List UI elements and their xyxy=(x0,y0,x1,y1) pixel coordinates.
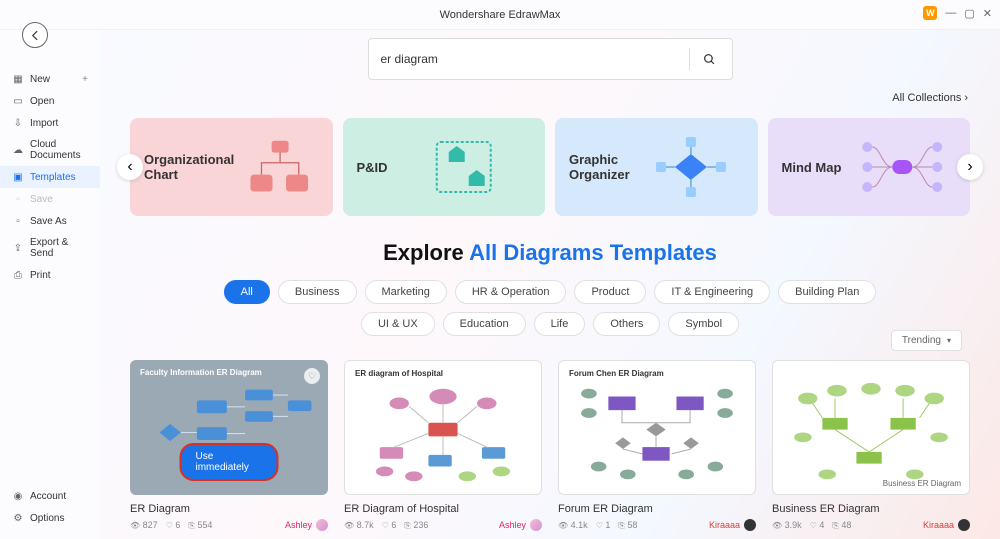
category-mind-map[interactable]: Mind Map xyxy=(768,118,971,216)
filter-chips-row2: UI & UX Education Life Others Symbol xyxy=(160,312,940,336)
explore-heading: Explore All Diagrams Templates xyxy=(100,240,1000,266)
account-icon: ◉ xyxy=(12,490,24,502)
sidebar-item-export[interactable]: ⇪Export & Send xyxy=(0,232,100,264)
eye-icon: 👁 xyxy=(772,521,782,530)
category-org-chart[interactable]: Organizational Chart xyxy=(130,118,333,216)
copy-icon: ⎘ xyxy=(188,521,194,530)
minimize-button[interactable]: — xyxy=(945,7,956,19)
heart-icon: ♡ xyxy=(382,521,389,530)
chip-uiux[interactable]: UI & UX xyxy=(361,312,435,336)
close-button[interactable]: ✕ xyxy=(983,7,992,20)
copy-icon: ⎘ xyxy=(618,521,624,530)
sidebar-item-open[interactable]: ▭Open xyxy=(0,90,100,112)
folder-icon: ▭ xyxy=(12,95,24,107)
sidebar-item-templates[interactable]: ▣Templates xyxy=(0,166,100,188)
template-author[interactable]: Ashley xyxy=(499,519,542,531)
template-card: Business ER Diagram Business ER Diagram … xyxy=(772,360,970,531)
search-input-wrapper xyxy=(368,38,733,80)
import-icon: ⇩ xyxy=(12,117,24,129)
heart-icon: ♡ xyxy=(596,521,603,530)
heart-icon: ♡ xyxy=(810,521,817,530)
chip-business[interactable]: Business xyxy=(278,280,357,304)
sidebar-item-import[interactable]: ⇩Import xyxy=(0,112,100,134)
category-pid[interactable]: P&ID xyxy=(343,118,546,216)
template-author[interactable]: Kiraaaa xyxy=(709,519,756,531)
template-name: ER Diagram xyxy=(130,503,328,515)
template-name: Forum ER Diagram xyxy=(558,503,756,515)
chip-symbol[interactable]: Symbol xyxy=(668,312,739,336)
avatar xyxy=(316,519,328,531)
copy-icon: ⎘ xyxy=(404,521,410,530)
all-collections-link[interactable]: All Collections › xyxy=(892,92,968,104)
template-name: ER Diagram of Hospital xyxy=(344,503,542,515)
print-icon: ⎙ xyxy=(12,269,24,281)
eye-icon: 👁 xyxy=(558,521,568,530)
use-immediately-button[interactable]: Use immediately xyxy=(180,443,279,481)
filter-chips-row1: All Business Marketing HR & Operation Pr… xyxy=(160,280,940,304)
template-thumbnail[interactable]: ER diagram of Hospital xyxy=(344,360,542,495)
chip-marketing[interactable]: Marketing xyxy=(365,280,447,304)
template-thumbnail[interactable]: Business ER Diagram xyxy=(772,360,970,495)
eye-icon: 👁 xyxy=(130,521,140,530)
template-card: ER diagram of Hospital ER Diagram of Hos… xyxy=(344,360,542,531)
chevron-right-icon: › xyxy=(964,92,968,104)
eye-icon: 👁 xyxy=(344,521,354,530)
plus-box-icon: ▦ xyxy=(12,73,24,85)
back-button[interactable] xyxy=(22,22,48,48)
template-card: Forum Chen ER Diagram Forum ER Diagram 👁… xyxy=(558,360,756,531)
carousel-next-button[interactable]: › xyxy=(957,154,983,180)
sidebar-item-options[interactable]: ⚙Options xyxy=(0,507,100,529)
cloud-icon: ☁ xyxy=(12,144,24,156)
copy-icon: ⎘ xyxy=(832,521,838,530)
chevron-down-icon: ▾ xyxy=(947,336,951,345)
template-author[interactable]: Kiraaaa xyxy=(923,519,970,531)
chip-others[interactable]: Others xyxy=(593,312,660,336)
save-icon: ▫ xyxy=(12,193,24,205)
trending-dropdown[interactable]: Trending ▾ xyxy=(891,330,962,351)
search-button[interactable] xyxy=(700,53,720,66)
template-card: Faculty Information ER Diagram ♡ Use imm… xyxy=(130,360,328,531)
search-input[interactable] xyxy=(381,52,679,66)
chip-building[interactable]: Building Plan xyxy=(778,280,876,304)
chip-it[interactable]: IT & Engineering xyxy=(654,280,770,304)
sidebar-item-account[interactable]: ◉Account xyxy=(0,485,100,507)
template-thumbnail[interactable]: Faculty Information ER Diagram ♡ Use imm… xyxy=(130,360,328,495)
sidebar-item-print[interactable]: ⎙Print xyxy=(0,264,100,286)
export-icon: ⇪ xyxy=(12,242,24,254)
plus-icon[interactable]: + xyxy=(82,74,88,85)
sidebar-item-save: ▫Save xyxy=(0,188,100,210)
chip-education[interactable]: Education xyxy=(443,312,526,336)
category-graphic-organizer[interactable]: Graphic Organizer xyxy=(555,118,758,216)
chip-life[interactable]: Life xyxy=(534,312,586,336)
avatar xyxy=(744,519,756,531)
template-author[interactable]: Ashley xyxy=(285,519,328,531)
sidebar-item-saveas[interactable]: ▫Save As xyxy=(0,210,100,232)
app-title: Wondershare EdrawMax xyxy=(440,9,561,21)
options-icon: ⚙ xyxy=(12,512,24,524)
sidebar-item-cloud[interactable]: ☁Cloud Documents xyxy=(0,134,100,166)
avatar xyxy=(958,519,970,531)
templates-icon: ▣ xyxy=(12,171,24,183)
saveas-icon: ▫ xyxy=(12,215,24,227)
brand-icon: W xyxy=(923,6,937,20)
chip-all[interactable]: All xyxy=(224,280,270,304)
chip-product[interactable]: Product xyxy=(574,280,646,304)
sidebar-item-new[interactable]: ▦New + xyxy=(0,68,100,90)
heart-icon: ♡ xyxy=(166,521,173,530)
chip-hr[interactable]: HR & Operation xyxy=(455,280,567,304)
template-thumbnail[interactable]: Forum Chen ER Diagram xyxy=(558,360,756,495)
carousel-prev-button[interactable]: ‹ xyxy=(117,154,143,180)
template-name: Business ER Diagram xyxy=(772,503,970,515)
divider xyxy=(689,48,690,70)
avatar xyxy=(530,519,542,531)
maximize-button[interactable]: ▢ xyxy=(964,7,974,20)
